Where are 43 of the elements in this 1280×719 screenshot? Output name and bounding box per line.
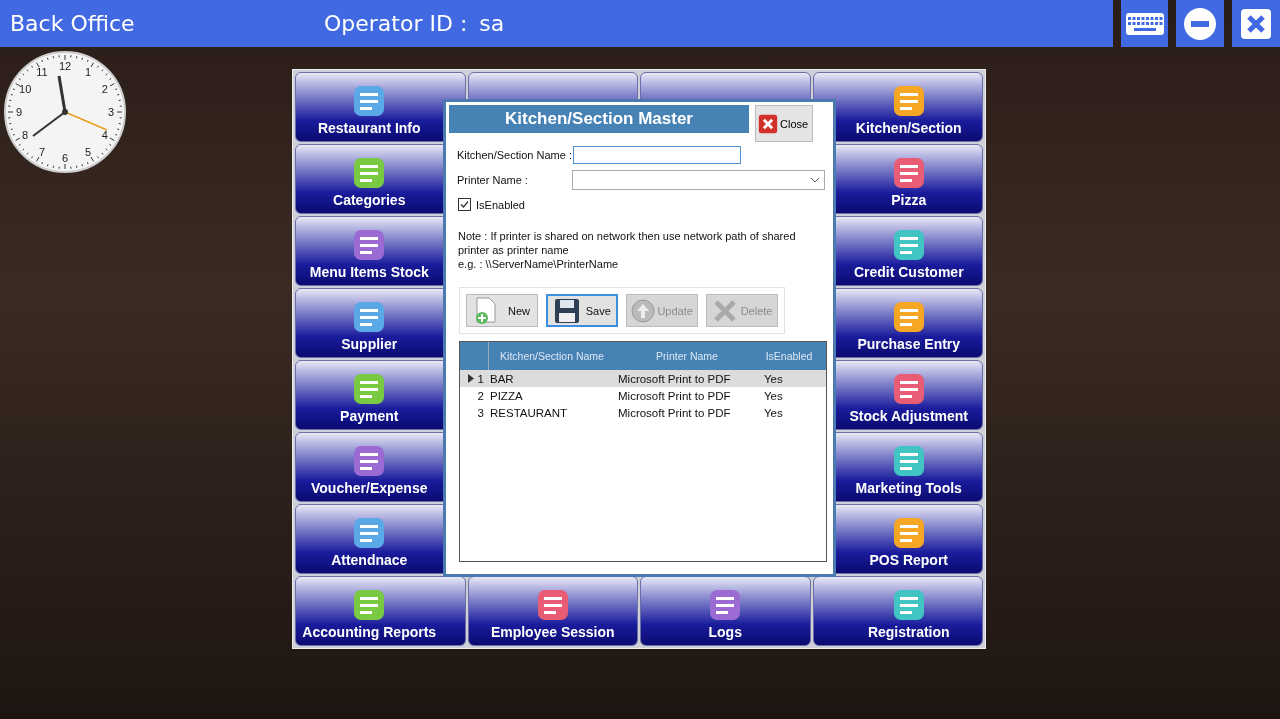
column-header: Kitchen/Section Name xyxy=(499,350,605,362)
table-cell-text: PIZZA xyxy=(489,389,524,402)
row-number: 1 xyxy=(477,372,484,385)
table-cell-text: Yes xyxy=(763,406,784,419)
close-icon xyxy=(758,113,778,134)
table-cell-text: BAR xyxy=(489,372,515,385)
minimize-icon xyxy=(1183,6,1218,41)
table-cell-text: Yes xyxy=(763,372,784,385)
menu-tile[interactable]: Restaurant Info xyxy=(295,72,466,142)
chevron-down-icon xyxy=(810,177,820,183)
close-button[interactable] xyxy=(1232,0,1280,47)
table-cell-text: Yes xyxy=(763,389,784,402)
keyboard-button[interactable] xyxy=(1120,0,1169,47)
table-row[interactable]: 1 BAR Microsoft Print to PDF Yes xyxy=(460,370,826,387)
menu-tile[interactable]: Registration xyxy=(812,576,983,646)
close-button[interactable]: Close xyxy=(755,105,813,142)
new-button[interactable]: New xyxy=(466,294,538,327)
operator-label: Operator ID : xyxy=(324,11,468,36)
close-icon xyxy=(1240,7,1273,40)
clock-drawing: 12 1 2 3 4 5 6 7 8 9 10 11 xyxy=(3,50,127,174)
menu-tile[interactable]: Employee Session xyxy=(467,576,638,646)
table-cell-text: RESTAURANT xyxy=(489,406,569,419)
menu-tile[interactable]: Accounting Reports xyxy=(295,576,466,646)
name-input-field[interactable] xyxy=(573,146,741,164)
table-cell-text: Microsoft Print to PDF xyxy=(617,372,732,385)
cross-icon xyxy=(711,297,738,324)
menu-tile[interactable]: Logs xyxy=(640,576,811,646)
table-cell-text: Microsoft Print to PDF xyxy=(617,389,732,402)
table-cell-text: Microsoft Print to PDF xyxy=(617,406,732,419)
row-pointer-icon xyxy=(467,374,474,383)
row-number: 3 xyxy=(477,406,484,419)
keyboard-icon xyxy=(1124,11,1165,36)
row-number: 2 xyxy=(477,389,484,402)
operator-id: sa xyxy=(479,11,505,36)
minimize-button[interactable] xyxy=(1176,0,1225,47)
dialog-title: Kitchen/Section Master xyxy=(449,105,749,133)
column-header: Printer Name xyxy=(655,350,719,362)
checkbox-label: IsEnabled xyxy=(476,198,525,211)
save-button[interactable]: Save xyxy=(546,294,618,327)
menu-tile[interactable]: Kitchen/Section xyxy=(812,72,983,142)
column-header: IsEnabled xyxy=(764,350,814,362)
app-title: Back Office xyxy=(10,11,136,36)
checkbox[interactable] xyxy=(458,198,471,211)
